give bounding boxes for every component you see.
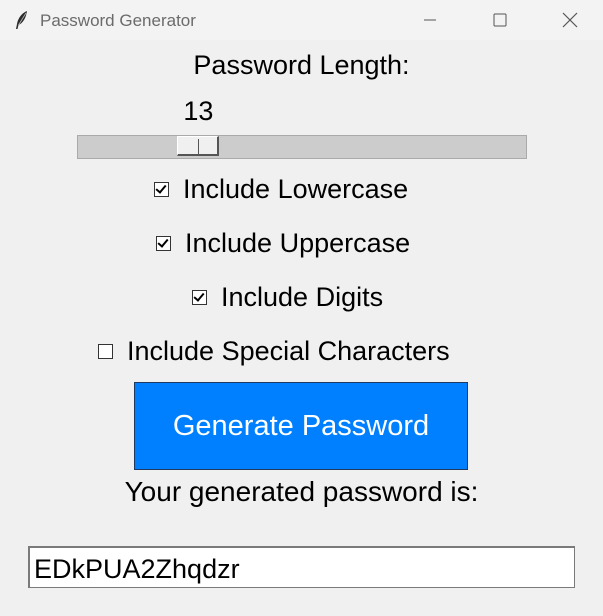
minimize-button[interactable]	[400, 0, 460, 40]
digits-label: Include Digits	[221, 282, 384, 312]
length-slider[interactable]: 13	[77, 88, 527, 160]
digits-option[interactable]: Include Digits	[192, 282, 383, 313]
lowercase-label: Include Lowercase	[183, 174, 409, 204]
result-label: Your generated password is:	[124, 476, 479, 507]
uppercase-option[interactable]: Include Uppercase	[156, 228, 410, 259]
slider-thumb[interactable]	[177, 136, 220, 156]
digits-checkbox[interactable]	[192, 290, 207, 305]
minimize-icon	[424, 19, 436, 21]
maximize-button[interactable]	[470, 0, 530, 40]
title-bar[interactable]: Password Generator	[0, 0, 603, 40]
uppercase-checkbox[interactable]	[156, 236, 171, 251]
password-length-label: Password Length:	[193, 50, 410, 80]
close-icon	[562, 12, 578, 28]
password-output-field[interactable]	[28, 546, 575, 588]
lowercase-option[interactable]: Include Lowercase	[154, 174, 408, 205]
app-window: Password Generator Password Length: 13 I…	[0, 0, 603, 616]
maximize-icon	[493, 13, 507, 27]
special-checkbox[interactable]	[98, 344, 113, 359]
window-title: Password Generator	[40, 11, 196, 30]
length-value: 13	[183, 96, 214, 126]
feather-icon	[16, 11, 27, 29]
slider-trough[interactable]	[77, 135, 527, 159]
close-button[interactable]	[540, 0, 600, 40]
uppercase-label: Include Uppercase	[185, 228, 411, 258]
lowercase-checkbox[interactable]	[154, 182, 169, 197]
special-label: Include Special Characters	[127, 336, 450, 366]
special-option[interactable]: Include Special Characters	[98, 336, 450, 367]
generate-password-button[interactable]: Generate Password	[134, 382, 468, 470]
